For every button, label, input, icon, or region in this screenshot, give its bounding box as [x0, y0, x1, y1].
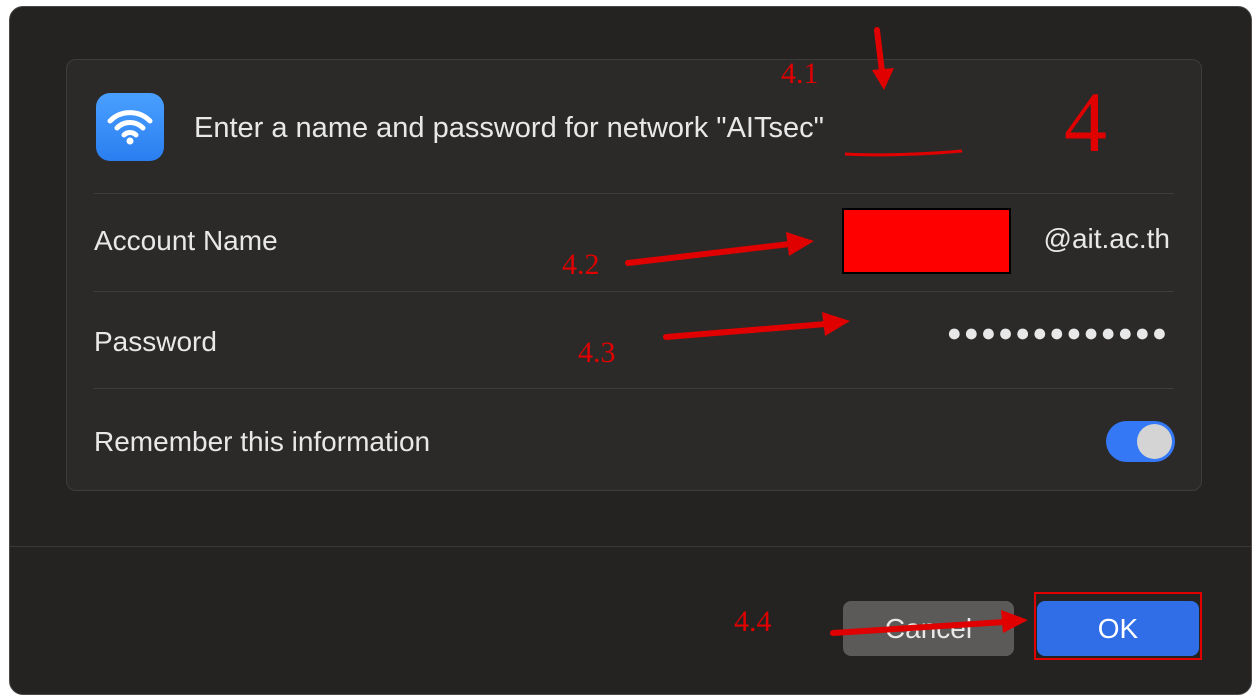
arrow-4-2 [625, 241, 793, 266]
step-label: 4.2 [562, 248, 600, 281]
step-label: 4.1 [781, 57, 819, 90]
arrowhead [786, 232, 814, 256]
underline [844, 149, 963, 157]
arrow-4-4 [830, 619, 1008, 636]
arrow-4-1 [874, 27, 885, 75]
step-label: 4 [1064, 74, 1107, 170]
step-label: 4.3 [578, 336, 616, 369]
arrowhead [872, 68, 894, 90]
arrowhead [822, 312, 850, 336]
arrowhead [1001, 610, 1028, 633]
arrow-4-3 [663, 321, 829, 340]
step-label: 4.4 [734, 605, 772, 638]
